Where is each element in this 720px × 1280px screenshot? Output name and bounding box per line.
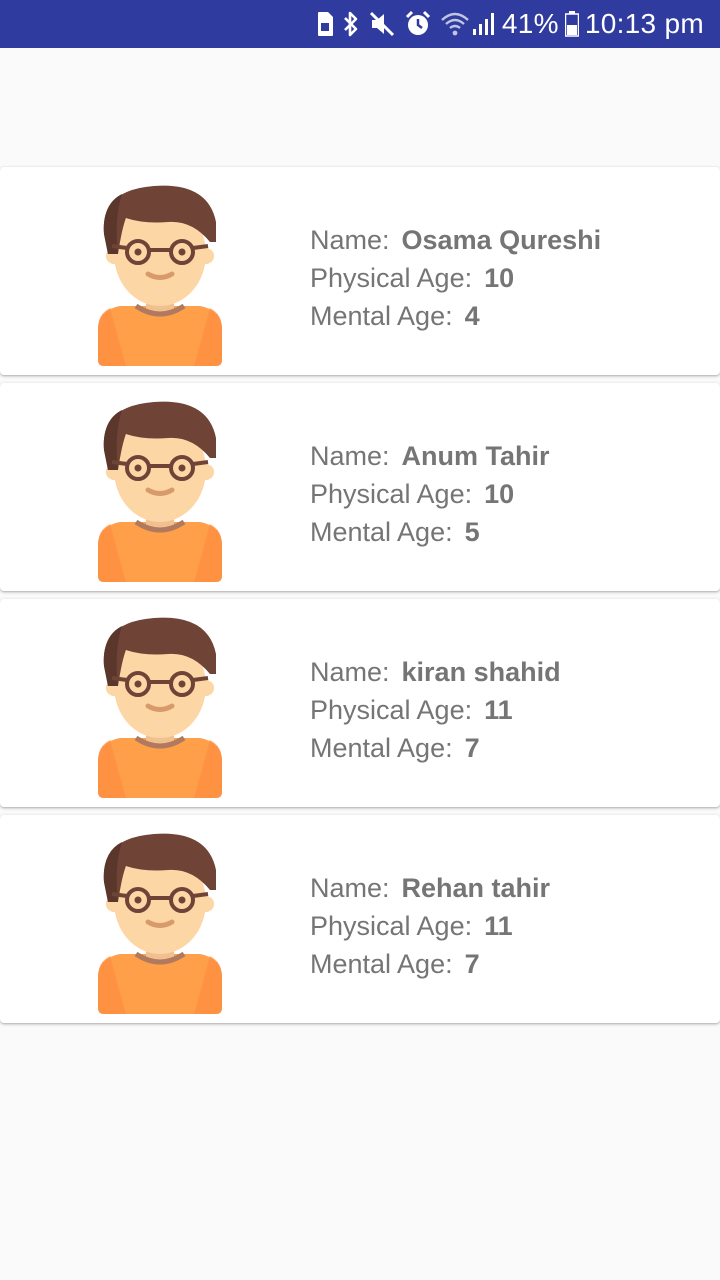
physical-age-label: Physical Age: [310, 695, 473, 725]
physical-age-label: Physical Age: [310, 479, 473, 509]
name-value: kiran shahid [401, 657, 561, 687]
mental-age-row: Mental Age: 4 [310, 297, 601, 335]
physical-age-label: Physical Age: [310, 911, 473, 941]
person-info: Name: Osama Qureshi Physical Age: 10 Menta… [310, 221, 601, 335]
person-info: Name: Anum Tahir Physical Age: 10 Mental A… [310, 437, 550, 551]
mental-age-label: Mental Age: [310, 517, 453, 547]
mental-age-row: Mental Age: 7 [310, 729, 561, 767]
clock-time: 10:13 pm [584, 8, 704, 39]
list-item[interactable]: Name: Anum Tahir Physical Age: 10 Mental A… [0, 383, 720, 591]
physical-age-value: 11 [484, 695, 513, 725]
name-value: Osama Qureshi [401, 225, 602, 255]
people-list: Name: Osama Qureshi Physical Age: 10 Menta… [0, 167, 720, 1031]
physical-age-value: 10 [484, 263, 515, 293]
name-row: Name: Rehan tahir [310, 869, 550, 907]
battery-icon [564, 9, 579, 39]
mental-age-label: Mental Age: [310, 949, 453, 979]
signal-icon [472, 9, 496, 39]
physical-age-row: Physical Age: 10 [310, 475, 550, 513]
list-item[interactable]: Name: Osama Qureshi Physical Age: 10 Menta… [0, 167, 720, 375]
physical-age-row: Physical Age: 11 [310, 907, 550, 945]
mute-icon [368, 9, 396, 39]
name-row: Name: Anum Tahir [310, 437, 550, 475]
name-row: Name: kiran shahid [310, 653, 561, 691]
list-item[interactable]: Name: Rehan tahir Physical Age: 11 Mental … [0, 815, 720, 1023]
avatar-boy-icon [98, 617, 222, 798]
mental-age-label: Mental Age: [310, 301, 453, 331]
mental-age-row: Mental Age: 5 [310, 513, 550, 551]
mental-age-label: Mental Age: [310, 733, 453, 763]
physical-age-row: Physical Age: 11 [310, 691, 561, 729]
name-label: Name: [310, 225, 390, 255]
mental-age-value: 4 [464, 301, 480, 331]
name-row: Name: Osama Qureshi [310, 221, 601, 259]
avatar-boy-icon [98, 833, 222, 1014]
avatar-boy-icon [98, 401, 222, 582]
name-label: Name: [310, 873, 390, 903]
person-info: Name: kiran shahid Physical Age: 11 Mental… [310, 653, 561, 767]
name-label: Name: [310, 441, 390, 471]
physical-age-row: Physical Age: 10 [310, 259, 601, 297]
avatar-boy-icon [98, 185, 222, 366]
name-label: Name: [310, 657, 390, 687]
mental-age-value: 7 [464, 949, 480, 979]
bluetooth-icon [342, 9, 360, 39]
mental-age-value: 7 [464, 733, 480, 763]
mental-age-value: 5 [464, 517, 480, 547]
alarm-icon [404, 9, 432, 39]
wifi-icon [440, 9, 470, 39]
name-value: Rehan tahir [401, 873, 551, 903]
physical-age-value: 11 [484, 911, 513, 941]
name-value: Anum Tahir [401, 441, 550, 471]
person-info: Name: Rehan tahir Physical Age: 11 Mental … [310, 869, 550, 983]
mental-age-row: Mental Age: 7 [310, 945, 550, 983]
physical-age-value: 10 [484, 479, 515, 509]
list-item[interactable]: Name: kiran shahid Physical Age: 11 Mental… [0, 599, 720, 807]
battery-percent: 41% [501, 8, 559, 39]
status-bar: 41% 10:13 pm [0, 0, 720, 48]
sim-icon [316, 9, 334, 39]
physical-age-label: Physical Age: [310, 263, 473, 293]
